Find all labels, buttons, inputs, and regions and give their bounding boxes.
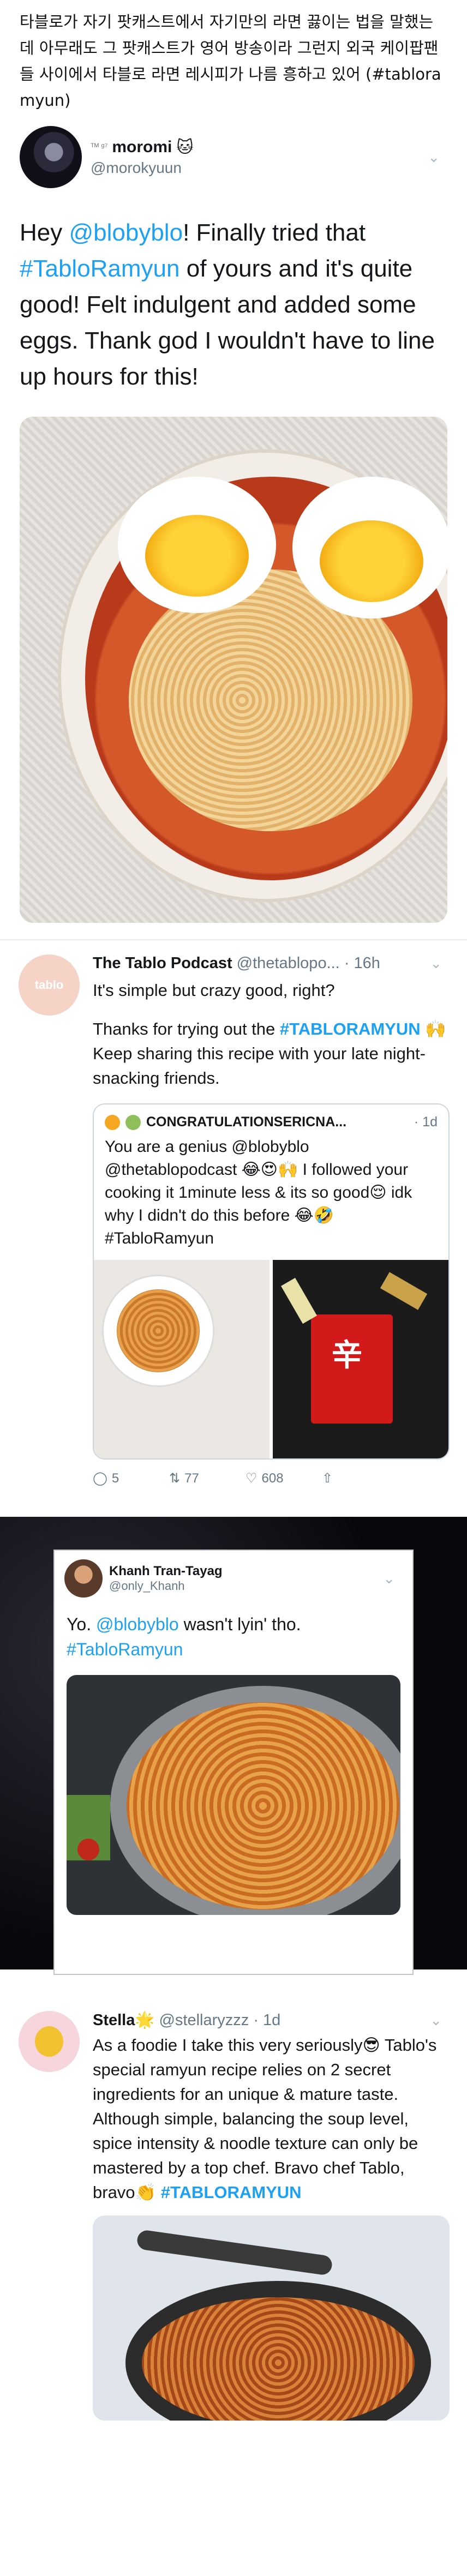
chevron-down-icon[interactable]: ⌄ [430, 2012, 442, 2029]
ramyun-photo[interactable] [20, 417, 447, 923]
display-name[interactable]: moromi [112, 138, 172, 157]
quoted-text: You are a genius @blobyblo @thetablopodc… [105, 1138, 412, 1247]
reply-button[interactable]: ◯ 5 [93, 1470, 169, 1486]
retweet-button[interactable]: ⇅ 77 [169, 1470, 246, 1486]
retweet-count: 77 [184, 1470, 199, 1486]
reply-count: 5 [111, 1470, 119, 1486]
hashtag-link[interactable]: #TABLORAMYUN [280, 1019, 421, 1038]
hashtag-link[interactable]: #TabloRamyun [20, 255, 180, 282]
ramyun-pot-photo[interactable] [67, 1675, 400, 1915]
reply-tweet: Stella 🌟 @stellaryzzz · 1d ⌄ As a foodie… [0, 1969, 467, 2421]
share-icon: ⇧ [322, 1471, 333, 1486]
text-segment: ! Finally tried that [183, 219, 366, 246]
tweet-header: ᵀᴹ ᵍ⁷ moromi 🐱 @morokyuun ⌄ [20, 124, 447, 190]
avatar[interactable]: tablo [19, 954, 80, 1016]
heart-icon: ♡ [246, 1471, 258, 1486]
reply-line1: It's simple but crazy good, right? [93, 981, 335, 1000]
quoted-photo-bowl[interactable] [94, 1260, 270, 1458]
user-handle[interactable]: @morokyuun [91, 159, 428, 177]
egg [292, 477, 447, 619]
tweet-text: Yo. @blobyblo wasn't lyin' tho. #TabloRam… [55, 1606, 412, 1667]
name-emoji: 🌟 [135, 2011, 155, 2029]
chevron-down-icon[interactable]: ⌄ [428, 149, 440, 166]
handle-time: @thetablopo... · 16h [236, 954, 380, 972]
chevron-down-icon[interactable]: ⌄ [383, 1570, 395, 1587]
quoted-name: CONGRATULATIONSERICNA... [146, 1114, 347, 1130]
retweet-icon: ⇅ [169, 1471, 181, 1486]
text-segment: Hey [20, 219, 69, 246]
reply-icon: ◯ [93, 1471, 107, 1486]
dark-screenshot: Khanh Tran-Tayag @only_Khanh ⌄ Yo. @blob… [0, 1517, 467, 1975]
share-button[interactable]: ⇧ [322, 1470, 398, 1486]
name-emoji: 🐱 [176, 138, 194, 157]
quoted-tweet[interactable]: CONGRATULATIONSERICNA... · 1d You are a … [93, 1103, 450, 1460]
display-name[interactable]: Stella [93, 2011, 135, 2029]
display-name[interactable]: The Tablo Podcast [93, 954, 232, 972]
reply-line2: Thanks for trying out the #TABLORAMYUN 🙌… [93, 1017, 450, 1090]
avatar[interactable] [20, 126, 82, 188]
avatar [105, 1114, 120, 1130]
tweet-text: As a foodie I take this very seriously😎 … [93, 2033, 450, 2205]
handle-time: @stellaryzzz · 1d [159, 2011, 281, 2029]
tweet-text: Hey @blobyblo! Finally tried that #Tablo… [20, 215, 447, 395]
mention-link[interactable]: @blobyblo [96, 1614, 179, 1634]
ramyun-photo[interactable] [93, 2215, 450, 2421]
quoted-date: · 1d [414, 1114, 438, 1130]
hashtag-link[interactable]: #TabloRamyun [67, 1640, 183, 1659]
quoted-photo-package[interactable]: 辛 [273, 1260, 448, 1458]
name-tag: ᵀᴹ ᵍ⁷ [91, 142, 108, 152]
text-segment: Yo. [67, 1614, 96, 1634]
hashtag-link[interactable]: #TABLORAMYUN [161, 2183, 302, 2202]
reply-tweet: tablo The Tablo Podcast @thetablopo... ·… [0, 940, 467, 1486]
mention-link[interactable]: @blobyblo [69, 219, 183, 246]
like-button[interactable]: ♡ 608 [246, 1470, 322, 1486]
korean-caption: 타블로가 자기 팟캐스트에서 자기만의 라면 끓이는 법을 말했는데 아무래도 … [20, 13, 441, 110]
user-handle[interactable]: @only_Khanh [109, 1579, 383, 1593]
display-name[interactable]: Khanh Tran-Tayag [109, 1564, 383, 1579]
egg [118, 477, 276, 613]
badge-icon [125, 1114, 141, 1130]
text-segment: wasn't lyin' tho. [178, 1614, 301, 1634]
like-count: 608 [261, 1470, 284, 1486]
text-segment: Thanks for trying out the [93, 1019, 280, 1038]
embedded-tweet[interactable]: Khanh Tran-Tayag @only_Khanh ⌄ Yo. @blob… [53, 1550, 414, 1975]
package-label: 辛 [332, 1337, 362, 1373]
text-segment: As a foodie I take this very seriously😎 … [93, 2035, 437, 2202]
avatar[interactable] [19, 2011, 80, 2072]
avatar[interactable] [64, 1559, 103, 1598]
chevron-down-icon[interactable]: ⌄ [430, 955, 442, 972]
tweet-actions: ◯ 5 ⇅ 77 ♡ 608 ⇧ [93, 1470, 450, 1486]
